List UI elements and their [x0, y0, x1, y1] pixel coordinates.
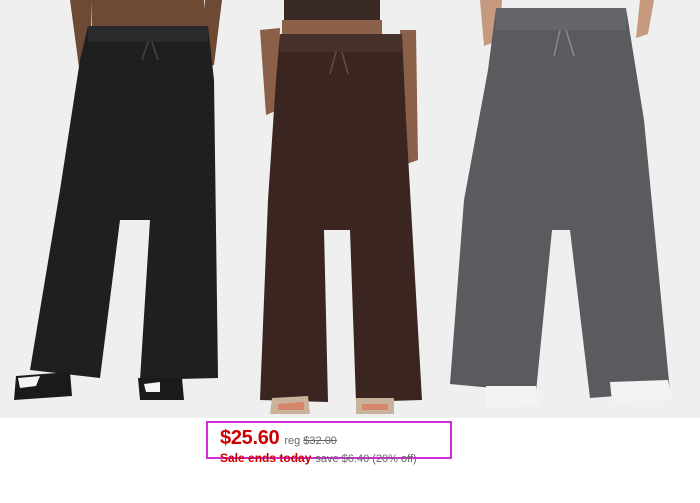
sale-ends-text: Sale ends today — [220, 451, 312, 465]
product-photo-strip — [0, 0, 700, 418]
product-photo-brown-pants[interactable] — [232, 0, 440, 418]
product-photo-gray-pants[interactable] — [440, 0, 700, 418]
price-callout: $25.60 reg $32.00 Sale ends today save $… — [206, 421, 452, 465]
regular-price-label: reg — [284, 435, 301, 447]
price-line: $25.60 reg $32.00 — [220, 427, 440, 450]
savings-text: save $6.40 (20% off) — [315, 453, 417, 465]
sale-info-line: Sale ends today save $6.40 (20% off) — [220, 451, 440, 465]
regular-price: $32.00 — [303, 435, 337, 447]
brown-pants-image — [232, 0, 440, 418]
sale-price: $25.60 — [220, 427, 280, 449]
black-pants-image — [0, 0, 232, 418]
gray-pants-image — [440, 0, 700, 418]
product-photo-black-pants[interactable] — [0, 0, 232, 418]
